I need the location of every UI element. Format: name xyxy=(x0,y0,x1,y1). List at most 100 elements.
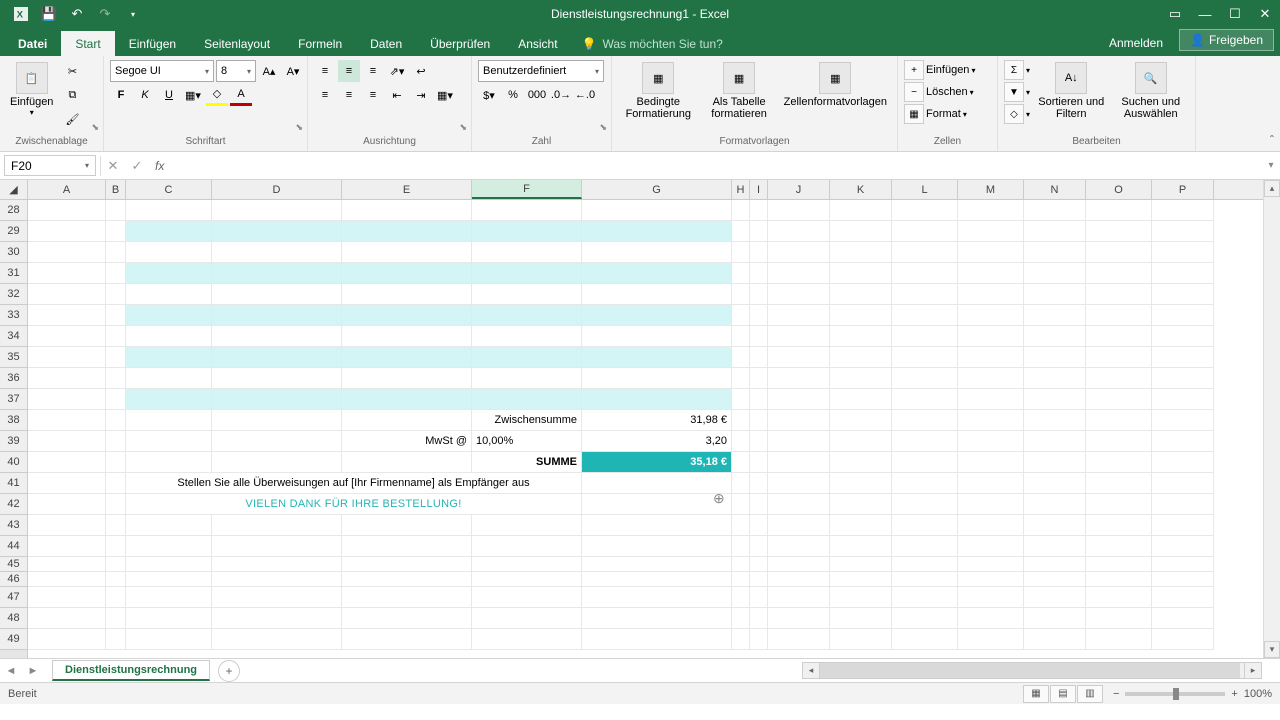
cell[interactable] xyxy=(126,263,212,284)
cell[interactable] xyxy=(28,305,106,326)
cell[interactable] xyxy=(126,221,212,242)
cell[interactable] xyxy=(892,587,958,608)
cell[interactable] xyxy=(958,494,1024,515)
row-41[interactable]: Stellen Sie alle Überweisungen auf [Ihr … xyxy=(28,473,1263,494)
cell[interactable] xyxy=(892,200,958,221)
row-47[interactable] xyxy=(28,587,1263,608)
cell[interactable] xyxy=(892,608,958,629)
column-header-D[interactable]: D xyxy=(212,180,342,199)
cell[interactable] xyxy=(28,347,106,368)
minimize-icon[interactable]: — xyxy=(1190,0,1220,28)
format-as-table-button[interactable]: ▦Als Tabelle formatieren xyxy=(703,60,776,122)
row-45[interactable] xyxy=(28,557,1263,572)
accounting-icon[interactable]: $▾ xyxy=(478,84,500,106)
cell[interactable] xyxy=(1024,347,1086,368)
cell[interactable] xyxy=(212,200,342,221)
cell[interactable] xyxy=(106,200,126,221)
cell[interactable] xyxy=(768,410,830,431)
cell[interactable] xyxy=(472,263,582,284)
row-46[interactable] xyxy=(28,572,1263,587)
cell[interactable] xyxy=(1024,587,1086,608)
sheet-nav-prev-icon[interactable]: ◄ xyxy=(0,665,22,677)
cell[interactable] xyxy=(582,557,732,572)
merge-icon[interactable]: ▦▾ xyxy=(434,84,456,106)
row-header-41[interactable]: 41 xyxy=(0,473,27,494)
cell[interactable] xyxy=(342,284,472,305)
page-break-view-icon[interactable]: ▥ xyxy=(1077,685,1103,703)
cell[interactable] xyxy=(342,263,472,284)
cell[interactable] xyxy=(732,494,750,515)
cell[interactable] xyxy=(1152,494,1214,515)
cell[interactable] xyxy=(1152,410,1214,431)
row-header-49[interactable]: 49 xyxy=(0,629,27,650)
cell[interactable] xyxy=(732,536,750,557)
cell[interactable] xyxy=(732,242,750,263)
cell[interactable] xyxy=(106,242,126,263)
column-headers[interactable]: ABCDEFGHIJKLMNOP xyxy=(28,180,1263,200)
select-all-corner[interactable]: ◢ xyxy=(0,180,27,200)
cell[interactable] xyxy=(212,452,342,473)
dialog-launcher-icon[interactable]: ⬊ xyxy=(459,122,467,133)
zoom-level[interactable]: 100% xyxy=(1244,688,1272,700)
increase-decimal-icon[interactable]: .0→ xyxy=(550,84,572,106)
cell[interactable] xyxy=(750,263,768,284)
cell[interactable] xyxy=(750,326,768,347)
cell[interactable] xyxy=(732,515,750,536)
cell[interactable] xyxy=(1086,326,1152,347)
fill-color-icon[interactable]: ◇ xyxy=(206,84,228,106)
cell[interactable] xyxy=(472,557,582,572)
cell[interactable] xyxy=(732,572,750,587)
font-size-combo[interactable]: 8▾ xyxy=(216,60,256,82)
tab-start[interactable]: Start xyxy=(61,31,114,56)
cell[interactable] xyxy=(958,572,1024,587)
cell[interactable] xyxy=(28,410,106,431)
cell[interactable] xyxy=(958,200,1024,221)
row-32[interactable] xyxy=(28,284,1263,305)
cell[interactable] xyxy=(106,431,126,452)
cell[interactable] xyxy=(1152,587,1214,608)
align-top-icon[interactable]: ≡ xyxy=(314,60,336,82)
cell[interactable] xyxy=(342,608,472,629)
decrease-decimal-icon[interactable]: ←.0 xyxy=(574,84,596,106)
cell[interactable] xyxy=(126,515,212,536)
cell[interactable] xyxy=(28,494,106,515)
cell[interactable] xyxy=(1024,305,1086,326)
number-format-combo[interactable]: Benutzerdefiniert▾ xyxy=(478,60,604,82)
column-header-A[interactable]: A xyxy=(28,180,106,199)
cell[interactable] xyxy=(1152,284,1214,305)
cell[interactable] xyxy=(958,515,1024,536)
column-header-E[interactable]: E xyxy=(342,180,472,199)
cell[interactable]: Zwischensumme xyxy=(472,410,582,431)
cell[interactable] xyxy=(28,221,106,242)
cell[interactable] xyxy=(892,431,958,452)
cell[interactable]: 10,00% xyxy=(472,431,582,452)
cell[interactable] xyxy=(1024,557,1086,572)
cell[interactable] xyxy=(958,608,1024,629)
column-header-H[interactable]: H xyxy=(732,180,750,199)
cell[interactable] xyxy=(1086,557,1152,572)
cell[interactable] xyxy=(958,473,1024,494)
cell[interactable] xyxy=(106,368,126,389)
cell[interactable] xyxy=(342,347,472,368)
cell[interactable] xyxy=(342,515,472,536)
tab-review[interactable]: Überprüfen xyxy=(416,31,504,56)
cell[interactable] xyxy=(732,368,750,389)
cell[interactable] xyxy=(732,221,750,242)
cell[interactable] xyxy=(28,200,106,221)
cell[interactable] xyxy=(1024,473,1086,494)
cell[interactable] xyxy=(28,629,106,650)
cell[interactable] xyxy=(1152,368,1214,389)
cell[interactable] xyxy=(892,515,958,536)
cell[interactable] xyxy=(1086,515,1152,536)
row-header-28[interactable]: 28 xyxy=(0,200,27,221)
cell[interactable] xyxy=(472,305,582,326)
format-cells-label[interactable]: Format xyxy=(926,108,961,120)
cell[interactable] xyxy=(732,389,750,410)
cell[interactable] xyxy=(1152,572,1214,587)
cell[interactable] xyxy=(212,410,342,431)
cell[interactable] xyxy=(472,587,582,608)
cell[interactable] xyxy=(212,389,342,410)
cell[interactable] xyxy=(830,473,892,494)
cell[interactable] xyxy=(958,410,1024,431)
tab-insert[interactable]: Einfügen xyxy=(115,31,190,56)
